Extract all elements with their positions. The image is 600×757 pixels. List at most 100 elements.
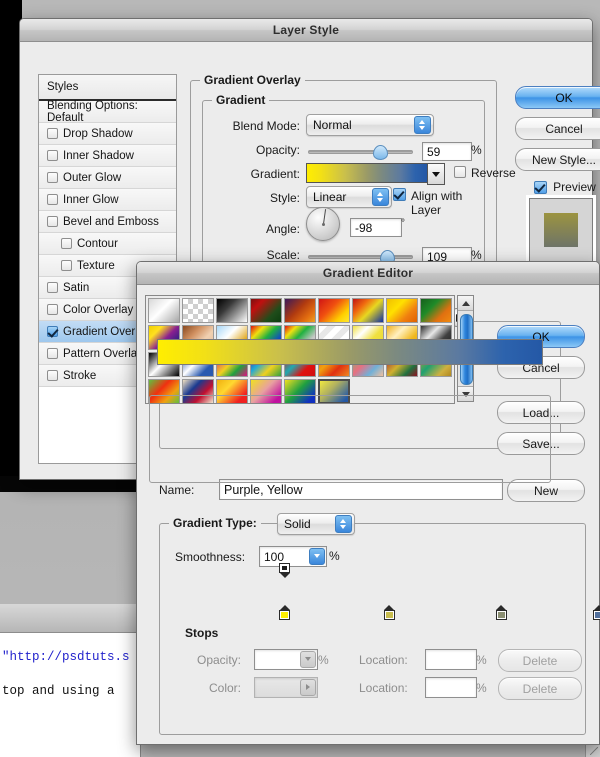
style-stepper-icon [372, 188, 389, 206]
styles-list-item-contour[interactable]: Contour [39, 233, 176, 255]
preset-swatch[interactable] [284, 298, 316, 323]
scale-unit: % [471, 248, 482, 262]
style-value: Linear [313, 190, 346, 204]
align-with-layer-label: Align with Layer [411, 189, 495, 217]
code-editor-titlebar[interactable] [0, 604, 140, 633]
styles-list-checkbox[interactable] [47, 194, 58, 205]
styles-list-checkbox[interactable] [47, 348, 58, 359]
preset-swatch[interactable] [318, 298, 350, 323]
styles-list-checkbox[interactable] [47, 326, 58, 337]
gradient-swatch-label: Gradient: [212, 167, 300, 181]
layer-style-buttons: OK Cancel New Style... Preview [515, 86, 600, 194]
styles-list-item-outer-glow[interactable]: Outer Glow [39, 167, 176, 189]
styles-list-item-inner-glow[interactable]: Inner Glow [39, 189, 176, 211]
preview-checkbox[interactable] [534, 181, 547, 194]
code-editor-window[interactable]: "http://psdtuts.s top and using a [0, 604, 141, 757]
angle-dial[interactable] [306, 207, 340, 241]
preset-swatch[interactable] [148, 298, 180, 323]
styles-list-checkbox[interactable] [47, 150, 58, 161]
gradient-editor-titlebar[interactable]: Gradient Editor [137, 262, 599, 285]
styles-list-checkbox[interactable] [47, 282, 58, 293]
smoothness-dropdown-icon[interactable] [309, 548, 325, 565]
styles-list-item-inner-shadow[interactable]: Inner Shadow [39, 145, 176, 167]
opacity-stop-marker[interactable] [279, 563, 290, 578]
opacity-slider-track[interactable] [308, 150, 413, 154]
preset-swatch[interactable] [352, 298, 384, 323]
gradient-overlay-section: Gradient Overlay Gradient Blend Mode: No… [190, 72, 495, 277]
smoothness-value: 100 [264, 550, 284, 564]
color-stop-marker[interactable] [384, 605, 395, 620]
opacity-slider-knob[interactable] [373, 145, 388, 160]
styles-list-checkbox[interactable] [47, 216, 58, 227]
styles-list-checkbox[interactable] [61, 238, 72, 249]
opacity-label: Opacity: [212, 143, 300, 157]
stops-groupbox [149, 395, 551, 483]
styles-list-checkbox[interactable] [61, 260, 72, 271]
color-stop-marker[interactable] [279, 605, 290, 620]
align-with-layer-checkbox[interactable] [393, 188, 406, 201]
opacity-input[interactable]: 59 [422, 142, 472, 161]
reverse-checkbox[interactable] [454, 166, 466, 178]
preset-swatch[interactable] [182, 298, 214, 323]
preset-swatch[interactable] [250, 298, 282, 323]
layer-style-ok-button[interactable]: OK [515, 86, 600, 109]
color-stop-square [496, 610, 507, 620]
gradient-type-value: Solid [284, 517, 311, 531]
smoothness-input[interactable]: 100 [259, 546, 327, 567]
gradient-preview-bar[interactable] [157, 339, 543, 365]
gradient-type-label: Gradient Type: [169, 516, 261, 530]
layer-style-title: Layer Style [273, 23, 339, 37]
style-select[interactable]: Linear [306, 186, 392, 208]
stop-opacity-dropdown-icon[interactable] [300, 651, 316, 668]
code-line-url: "http://psdtuts.s [0, 647, 140, 667]
gradient-picker-chevron-down-icon[interactable] [427, 163, 445, 185]
color-stop-marker[interactable] [593, 605, 600, 620]
code-spacer-2 [0, 667, 140, 681]
styles-list-item-bevel-and-emboss[interactable]: Bevel and Emboss [39, 211, 176, 233]
stop-opacity-location-input[interactable] [425, 649, 477, 670]
delete-opacity-stop-button[interactable]: Delete [498, 649, 582, 672]
preset-swatch[interactable] [216, 298, 248, 323]
color-stop-square [384, 610, 395, 620]
angle-unit: ° [401, 218, 405, 229]
preview-label: Preview [553, 180, 596, 194]
layer-preview-gradient [544, 213, 578, 247]
opacity-stop-square [279, 563, 290, 573]
new-style-button[interactable]: New Style... [515, 148, 600, 171]
angle-input[interactable]: -98 [350, 218, 402, 237]
gradient-swatch[interactable] [306, 163, 428, 183]
styles-list-item-label: Contour [77, 238, 118, 250]
styles-list-item-label: Bevel and Emboss [63, 216, 159, 228]
styles-list-item-label: Color Overlay [63, 304, 133, 316]
stop-color-arrow-icon[interactable] [300, 679, 316, 696]
styles-list-checkbox[interactable] [47, 128, 58, 139]
styles-list-checkbox[interactable] [47, 370, 58, 381]
preset-swatch[interactable] [386, 298, 418, 323]
gradient-editor-body: Presets OK Cancel Load... Save... Name: … [137, 285, 599, 744]
layer-style-cancel-button[interactable]: Cancel [515, 117, 600, 140]
styles-list-item-drop-shadow[interactable]: Drop Shadow [39, 123, 176, 145]
blend-mode-select[interactable]: Normal [306, 114, 434, 136]
styles-list-item-label: Inner Glow [63, 194, 119, 206]
stop-color-location-label: Location: [359, 681, 408, 695]
styles-list-item-blending-options-default[interactable]: Blending Options: Default [39, 101, 176, 123]
angle-value: -98 [355, 221, 372, 235]
stop-color-location-unit: % [476, 681, 487, 695]
stop-color-swatch[interactable] [254, 677, 318, 698]
opacity-value: 59 [427, 145, 440, 159]
stops-label: Stops [181, 626, 222, 640]
stop-opacity-input[interactable] [254, 649, 318, 670]
scale-slider-track[interactable] [308, 255, 413, 259]
style-label: Style: [212, 191, 300, 205]
layer-style-titlebar[interactable]: Layer Style [20, 19, 592, 42]
delete-color-stop-button[interactable]: Delete [498, 677, 582, 700]
stop-color-location-input[interactable] [425, 677, 477, 698]
reverse-label: Reverse [471, 166, 516, 180]
preset-swatch[interactable] [420, 298, 452, 323]
color-stop-marker[interactable] [496, 605, 507, 620]
scroll-up-arrow-icon[interactable] [458, 296, 473, 311]
gradient-type-select[interactable]: Solid [277, 513, 355, 535]
styles-list-checkbox[interactable] [47, 172, 58, 183]
styles-list-checkbox[interactable] [47, 304, 58, 315]
gradient-overlay-title: Gradient Overlay [200, 73, 305, 87]
